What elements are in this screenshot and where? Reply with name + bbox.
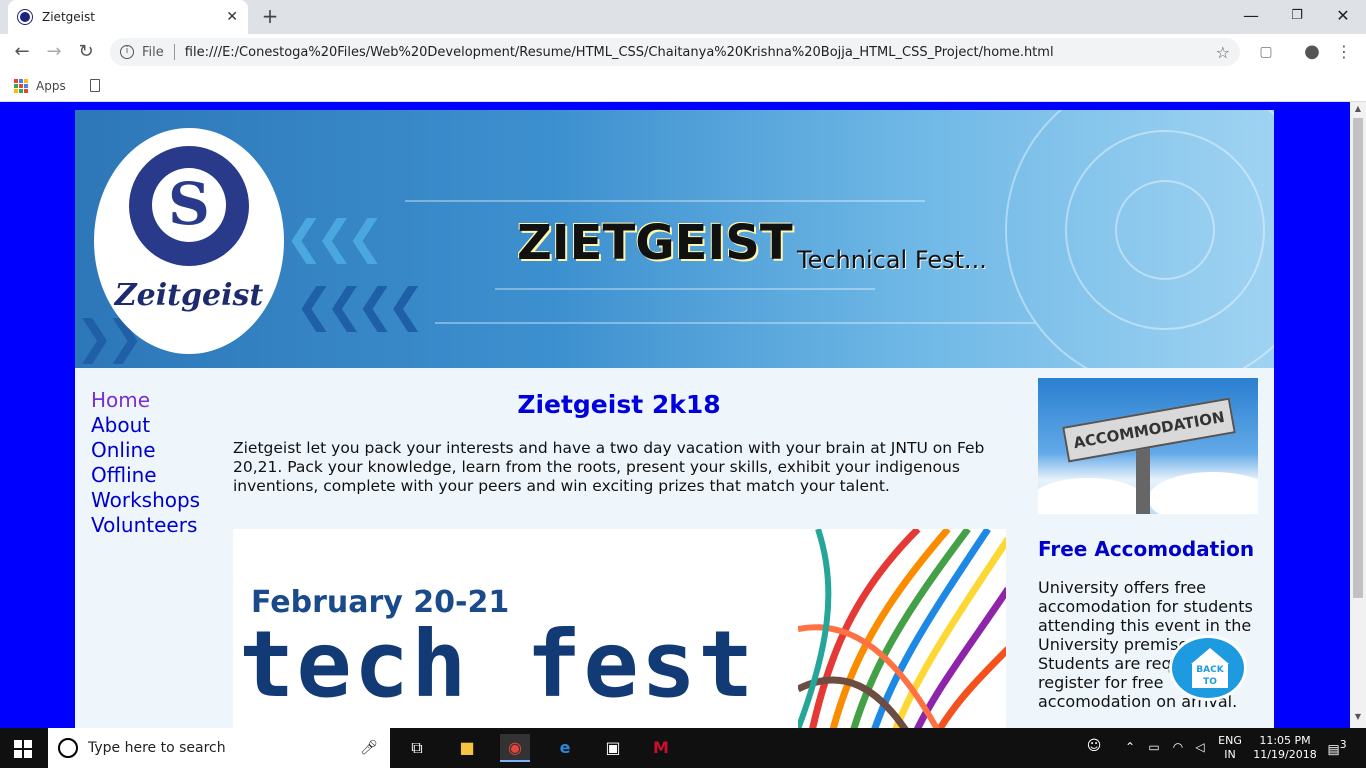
menu-dots-icon[interactable]: ⋮ [1334, 42, 1354, 62]
tray-chevron-icon[interactable]: ⌃ [1120, 728, 1140, 768]
mcafee-icon[interactable]: M [646, 734, 676, 762]
language-indicator[interactable]: ENG IN [1212, 728, 1248, 768]
clock[interactable]: 11:05 PM 11/19/2018 [1250, 728, 1320, 768]
browser-tab-strip: Zietgeist ✕ + — ❐ ✕ [0, 0, 1366, 34]
maximize-button[interactable]: ❐ [1274, 4, 1320, 28]
wires-illustration [798, 529, 1006, 728]
apps-bookmark[interactable]: Apps [36, 79, 66, 93]
clock-date: 11/19/2018 [1253, 748, 1317, 761]
bookmark-star-icon[interactable]: ☆ [1216, 43, 1230, 62]
windows-start-icon[interactable] [14, 740, 32, 758]
poster-title: tech fest [239, 611, 756, 718]
scrollbar-thumb[interactable] [1353, 118, 1363, 598]
address-bar-row: ← → ↻ i File file:///E:/Conestoga%20File… [0, 34, 1366, 70]
back-to-top-label: BACK TO TOP [1192, 664, 1228, 699]
search-placeholder: Type here to search [88, 740, 226, 756]
nav-link-home[interactable]: Home [91, 388, 200, 413]
chrome-icon[interactable]: ◉ [500, 734, 530, 762]
taskbar-search-box[interactable]: Type here to search 🎤︎ [48, 728, 390, 768]
page-container: ❮❮❮ ❮❮❮❮ ❯❯ S Zeitgeist ZIETGEIST Techni… [75, 110, 1274, 728]
new-tab-button[interactable]: + [258, 5, 282, 29]
banner-line-decoration [435, 322, 1035, 324]
profile-icon[interactable]: ● [1302, 42, 1322, 62]
minimize-button[interactable]: — [1228, 4, 1274, 28]
cloud-shape [1148, 472, 1258, 514]
bookmarks-bar: Apps [0, 70, 1366, 102]
site-info-icon[interactable]: i [120, 45, 134, 59]
nav-link-offline[interactable]: Offline [91, 463, 200, 488]
page-viewport: ❮❮❮ ❮❮❮❮ ❯❯ S Zeitgeist ZIETGEIST Techni… [0, 102, 1350, 728]
back-button[interactable]: ← [10, 41, 34, 63]
banner-line-decoration [405, 200, 925, 202]
browser-tab[interactable]: Zietgeist ✕ [8, 0, 248, 34]
reload-button[interactable]: ↻ [74, 41, 98, 63]
url-separator [173, 44, 175, 60]
apps-grid-icon[interactable] [14, 78, 28, 93]
edge-icon[interactable]: e [550, 734, 580, 762]
house-roof-icon [1191, 648, 1229, 664]
banner-circle-decoration [1115, 180, 1215, 280]
region-code: IN [1224, 748, 1236, 761]
banner-chevron-decoration: ❮❮❮❮ [295, 278, 425, 332]
nav-link-workshops[interactable]: Workshops [91, 488, 200, 513]
microphone-icon[interactable]: 🎤︎ [360, 740, 378, 756]
scroll-down-arrow-icon[interactable]: ▼ [1350, 712, 1366, 726]
task-view-icon[interactable]: ⧉ [402, 734, 432, 762]
banner-chevron-decoration: ❮❮❮ [285, 210, 385, 264]
brand-subtitle: Technical Fest... [797, 246, 987, 274]
url-scheme-label: File [142, 44, 164, 60]
app-store-icon[interactable]: ▣ [598, 734, 628, 762]
header-banner: ❮❮❮ ❮❮❮❮ ❯❯ S Zeitgeist ZIETGEIST Techni… [75, 110, 1274, 368]
url-bar[interactable]: i File file:///E:/Conestoga%20Files/Web%… [110, 38, 1240, 66]
site-logo[interactable]: S Zeitgeist [94, 128, 284, 354]
notification-center-icon[interactable]: ▤3 [1322, 728, 1352, 768]
nav-link-about[interactable]: About [91, 413, 200, 438]
intro-paragraph: Zietgeist let you pack your interests an… [233, 439, 985, 495]
back-to-top-button[interactable]: BACK TO TOP [1169, 635, 1247, 701]
battery-icon[interactable]: ▭ [1144, 728, 1164, 768]
file-explorer-icon[interactable]: ■ [452, 734, 482, 762]
clock-time: 11:05 PM [1259, 734, 1311, 747]
tab-close-icon[interactable]: ✕ [226, 9, 238, 25]
tab-title: Zietgeist [42, 10, 95, 24]
scroll-up-arrow-icon[interactable]: ▲ [1350, 104, 1366, 118]
cortana-icon [58, 738, 78, 758]
banner-line-decoration [495, 288, 875, 290]
volume-icon[interactable]: ◁ [1190, 728, 1210, 768]
main-heading: Zietgeist 2k18 [517, 390, 721, 419]
url-text[interactable]: file:///E:/Conestoga%20Files/Web%20Devel… [185, 45, 1054, 60]
windows-taskbar: Type here to search 🎤︎ ⧉ ■ ◉ e ▣ M ☺ ⌃ ▭… [0, 728, 1366, 768]
people-icon[interactable]: ☺ [1084, 728, 1104, 768]
language-code: ENG [1218, 734, 1242, 747]
extension-icon[interactable]: ▢ [1256, 42, 1276, 62]
vertical-scrollbar[interactable]: ▲ ▼ [1350, 102, 1366, 728]
wifi-icon[interactable]: ◠ [1168, 728, 1188, 768]
side-navigation: Home About Online Offline Workshops Volu… [91, 388, 200, 538]
notification-count: 3 [1339, 738, 1347, 751]
techfest-poster-image: February 20-21 tech fest [233, 529, 1006, 728]
document-bookmark-icon[interactable] [89, 79, 100, 92]
forward-button[interactable]: → [42, 41, 66, 63]
sidebar-heading: Free Accomodation [1038, 537, 1255, 561]
logo-wordmark: Zeitgeist [114, 278, 264, 313]
logo-letter: S [152, 168, 226, 242]
nav-link-volunteers[interactable]: Volunteers [91, 513, 200, 538]
accommodation-image: ACCOMMODATION [1038, 378, 1258, 514]
cloud-shape [1038, 478, 1148, 514]
site-favicon-icon [18, 10, 32, 24]
close-window-button[interactable]: ✕ [1320, 4, 1366, 28]
brand-title: ZIETGEIST [517, 215, 793, 271]
nav-link-online[interactable]: Online [91, 438, 200, 463]
